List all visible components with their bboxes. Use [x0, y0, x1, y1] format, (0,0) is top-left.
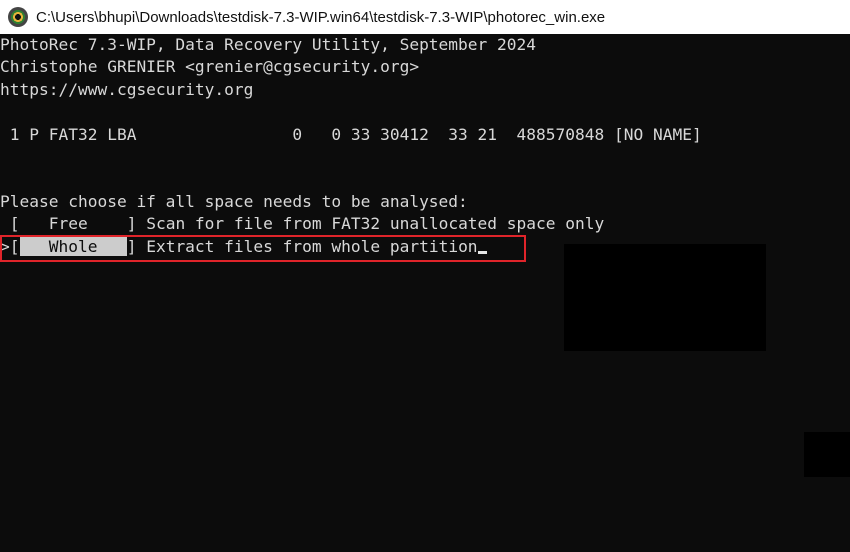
console-area[interactable]: PhotoRec 7.3-WIP, Data Recovery Utility,…: [0, 34, 850, 552]
analyse-prompt: Please choose if all space needs to be a…: [0, 192, 468, 211]
header-url-line: https://www.cgsecurity.org: [0, 80, 254, 99]
option-free-description: Scan for file from FAT32 unallocated spa…: [146, 214, 605, 233]
option-free-label[interactable]: Free: [20, 214, 127, 233]
header-title-line: PhotoRec 7.3-WIP, Data Recovery Utility,…: [0, 35, 537, 54]
selection-highlight-box: [0, 235, 526, 262]
option-free-suffix: ]: [126, 214, 147, 233]
partition-line: 1 P FAT32 LBA 0 0 33 30412 33 21 4885708…: [0, 125, 702, 144]
option-free-prefix: [: [0, 214, 20, 233]
window-titlebar[interactable]: C:\Users\bhupi\Downloads\testdisk-7.3-WI…: [0, 0, 850, 34]
photorec-app-icon: [8, 7, 28, 27]
black-overlay-corner: [804, 432, 850, 477]
header-author-line: Christophe GRENIER <grenier@cgsecurity.o…: [0, 57, 420, 76]
black-overlay-block: [564, 244, 766, 351]
window-title: C:\Users\bhupi\Downloads\testdisk-7.3-WI…: [36, 8, 606, 26]
option-free[interactable]: [ Free ] Scan for file from FAT32 unallo…: [0, 213, 605, 235]
